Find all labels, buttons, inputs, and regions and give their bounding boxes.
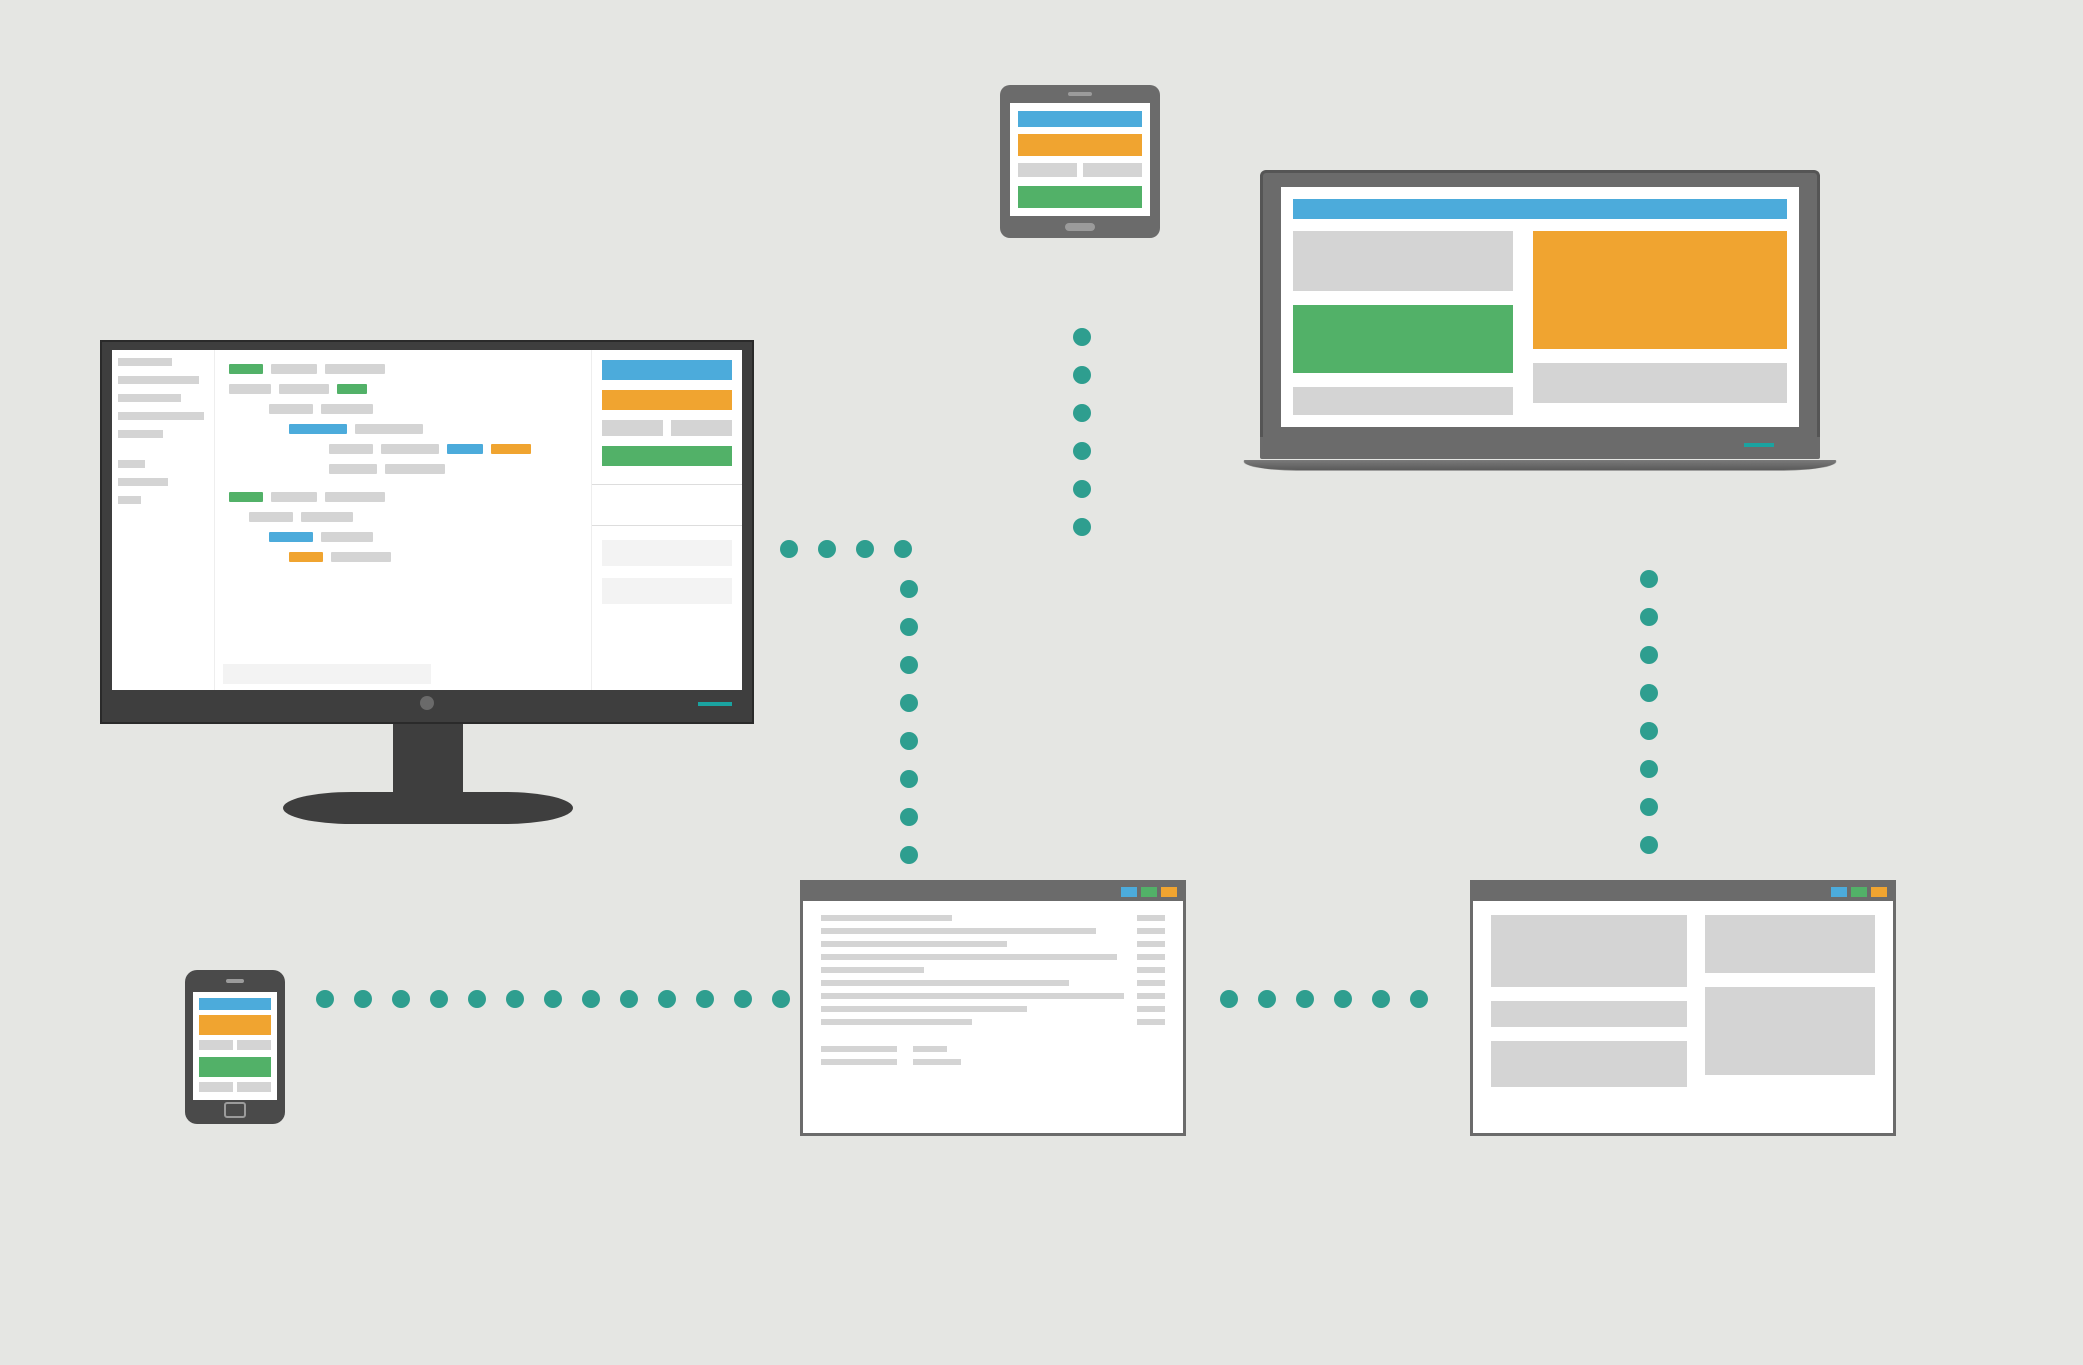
connector-center-down [900, 580, 918, 864]
phone-screen [193, 992, 277, 1100]
ide-preview-pane [592, 350, 742, 476]
window-button-max-icon [1851, 887, 1867, 897]
diagram-canvas [0, 0, 2083, 1365]
browser-window [1470, 880, 1896, 1136]
connector-desktop-right [780, 540, 912, 558]
window-button-min-icon [1121, 887, 1137, 897]
window-button-min-icon [1831, 887, 1847, 897]
layout-header-bar [1293, 199, 1787, 219]
ide-property-field [602, 540, 732, 566]
ide-file-tree [112, 350, 215, 690]
connector-tablet-down [1073, 328, 1091, 536]
indicator-led [698, 702, 732, 706]
power-button-icon [420, 696, 434, 710]
speaker-icon [226, 979, 244, 983]
ide-property-field [602, 578, 732, 604]
connector-phone-right [316, 990, 790, 1008]
window-button-max-icon [1141, 887, 1157, 897]
indicator-led [1744, 443, 1774, 447]
ide-side-panel [591, 350, 742, 690]
laptop-device [1260, 170, 1820, 471]
tablet-device [1000, 85, 1160, 238]
connector-laptop-down [1640, 570, 1658, 854]
window-button-close-icon [1161, 887, 1177, 897]
laptop-screen [1281, 187, 1799, 427]
terminal-window [800, 880, 1186, 1136]
ide-window [112, 350, 742, 690]
ide-status-bar [223, 664, 431, 684]
speaker-icon [1068, 92, 1092, 96]
monitor-bezel [100, 340, 754, 724]
window-button-close-icon [1871, 887, 1887, 897]
smartphone-device [185, 970, 285, 1124]
desktop-monitor [100, 340, 755, 824]
home-button-icon [1065, 223, 1095, 231]
ide-code-editor [215, 350, 591, 690]
window-titlebar [803, 883, 1183, 901]
terminal-body [803, 901, 1183, 1086]
browser-body [1473, 901, 1893, 1101]
window-titlebar [1473, 883, 1893, 901]
connector-terminal-browser [1220, 990, 1428, 1008]
home-button-icon [224, 1102, 246, 1118]
tablet-screen [1010, 103, 1150, 216]
